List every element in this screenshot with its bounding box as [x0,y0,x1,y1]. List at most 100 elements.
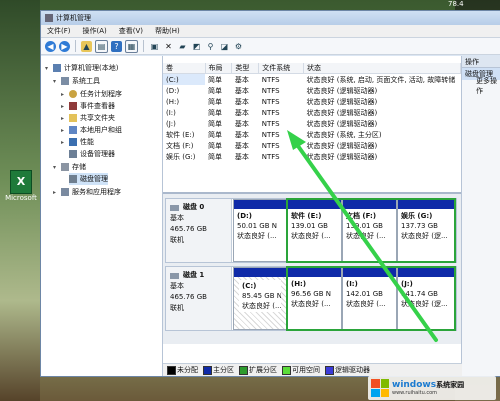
volume-type: 基本 [234,97,249,106]
tree-item-disk-management[interactable]: 磁盘管理 [69,173,108,185]
forward-icon[interactable]: ▶ [59,40,70,52]
tree-item-system-tools[interactable]: ▾ 系统工具 [53,75,100,87]
properties-icon[interactable]: ▦ [125,39,138,53]
tree-item-performance[interactable]: ▸ 性能 [61,136,94,148]
column-type[interactable]: 类型 [231,63,260,74]
folder-icon[interactable]: ▰ [177,41,188,52]
table-row[interactable]: 软件 (E:) 简单 基本 NTFS 状态良好 (系统, 主分区) [163,129,461,140]
collapse-icon[interactable]: ▾ [53,164,60,171]
menu-action[interactable]: 操作(A) [77,26,113,36]
storage-icon [61,163,69,171]
settings-icon[interactable]: ⚙ [233,41,244,52]
column-filesystem[interactable]: 文件系统 [258,63,304,74]
volume-layout: 简单 [208,97,222,106]
column-layout[interactable]: 布局 [205,63,233,74]
volume-layout: 简单 [208,152,222,161]
tree-item-services-apps[interactable]: ▸ 服务和应用程序 [53,186,121,198]
table-row[interactable]: (H:) 简单 基本 NTFS 状态良好 (逻辑驱动器) [163,96,461,107]
expand-icon[interactable]: ▸ [53,189,60,196]
volume-layout: 简单 [208,141,222,150]
disk-0-row: 磁盘 0 基本 465.76 GB 联机 (D:) 50.01 GB N 状态良好 … [165,198,457,263]
disk-1-row: 磁盘 1 基本 465.76 GB 联机 (C:) 85.45 GB N 状态良好 … [165,266,457,331]
menu-help[interactable]: 帮助(H) [149,26,186,36]
volume-status: 状态良好 (逻辑驱动器) [306,141,378,150]
tree-item-label: 系统工具 [72,77,100,85]
disk-name: 磁盘 0 [183,203,205,211]
table-row[interactable]: (J:) 简单 基本 NTFS 状态良好 (逻辑驱动器) [163,118,461,129]
volume-list-header: 卷 布局 类型 文件系统 状态 [163,63,461,74]
partition-bar [234,200,286,209]
desktop-excel-shortcut[interactable]: X Microsoft [3,170,39,202]
table-row[interactable]: (I:) 简单 基本 NTFS 状态良好 (逻辑驱动器) [163,107,461,118]
tree-item-event-viewer[interactable]: ▸ 事件查看器 [61,100,115,112]
volume-status: 状态良好 (逻辑驱动器) [306,119,378,128]
table-row[interactable]: 文档 (F:) 简单 基本 NTFS 状态良好 (逻辑驱动器) [163,140,461,151]
open-folder-icon[interactable]: ◩ [191,41,202,52]
collapse-icon[interactable]: ▾ [53,78,60,85]
actions-header: 操作 [462,56,500,68]
volume-filesystem: NTFS [261,86,280,95]
legend-label: 可用空间 [292,366,320,374]
expand-icon[interactable]: ▸ [61,103,68,110]
partition-d[interactable]: (D:) 50.01 GB N 状态良好 (... [233,199,287,262]
table-row[interactable]: 娱乐 (G:) 简单 基本 NTFS 状态良好 (逻辑驱动器) [163,151,461,162]
console-tree-icon[interactable]: ▤ [95,39,108,53]
expand-icon[interactable]: ▸ [61,91,68,98]
extended-partition-outline [286,198,456,263]
tree-item-shared-folders[interactable]: ▸ 共享文件夹 [61,112,115,124]
delete-icon[interactable]: ✕ [163,41,174,52]
export-icon[interactable]: ▣ [149,41,160,52]
legend-label: 主分区 [213,366,234,374]
disk-1-info[interactable]: 磁盘 1 基本 465.76 GB 联机 [166,267,232,330]
partition-c[interactable]: (C:) 85.45 GB N 状态良好 (... [233,267,287,330]
volume-name: (I:) [166,108,176,117]
menu-file[interactable]: 文件(F) [41,26,77,36]
volume-status: 状态良好 (逻辑驱动器) [306,108,378,117]
hard-disk-icon [170,204,179,211]
toolbar-separator [75,40,76,52]
legend-logical-drive: 逻辑驱动器 [325,365,370,375]
menu-view[interactable]: 查看(V) [113,26,149,36]
tree-item-label: 磁盘管理 [80,175,108,183]
disk-size: 465.76 GB [170,225,207,233]
disk-status: 联机 [170,236,184,244]
legend-swatch [239,365,248,375]
legend-free-space: 可用空间 [282,365,320,375]
tree-item-label: 设备管理器 [80,150,115,158]
legend-label: 扩展分区 [249,366,277,374]
disk-0-info[interactable]: 磁盘 0 基本 465.76 GB 联机 [166,199,232,262]
volume-status: 状态良好 (逻辑驱动器) [306,97,378,106]
disk-tool-icon[interactable]: ◪ [219,41,230,52]
collapse-icon[interactable]: ▾ [45,65,52,72]
tree-item-storage[interactable]: ▾ 存储 [53,161,86,173]
table-row[interactable]: (C:) 简单 基本 NTFS 状态良好 (系统, 启动, 页面文件, 活动, 故障转储 [163,73,461,85]
disk-management-icon [69,175,77,183]
volume-layout: 简单 [208,108,222,117]
toolbar: ◀ ▶ ▲ ▤ ? ▦ ▣ ✕ ▰ ◩ ⚲ ◪ ⚙ [41,38,500,55]
computer-management-window: 计算机管理 文件(F) 操作(A) 查看(V) 帮助(H) ◀ ▶ ▲ ▤ ? … [40,10,500,377]
legend-swatch [203,365,212,375]
disk-legend: 未分配 主分区 扩展分区 可用空间 逻辑驱动器 [163,363,465,376]
tree-root[interactable]: ▾ 计算机管理(本地) [45,62,118,74]
tree-item-label: 事件查看器 [80,102,115,110]
tree-item-local-users[interactable]: ▸ 本地用户和组 [61,124,122,136]
tree-item-device-manager[interactable]: 设备管理器 [69,148,115,160]
tree-item-task-scheduler[interactable]: ▸ 任务计划程序 [61,88,122,100]
column-status[interactable]: 状态 [303,63,461,74]
title-bar[interactable]: 计算机管理 [41,11,500,25]
up-folder-icon[interactable]: ▲ [81,40,92,52]
volume-name: (C:) [163,73,205,85]
more-actions-link[interactable]: 更多操作 [462,77,500,95]
column-volume[interactable]: 卷 [163,63,206,74]
table-row[interactable]: (D:) 简单 基本 NTFS 状态良好 (逻辑驱动器) [163,85,461,96]
back-icon[interactable]: ◀ [45,40,56,52]
search-icon[interactable]: ⚲ [205,41,216,52]
expand-icon[interactable]: ▸ [61,115,68,122]
expand-icon[interactable]: ▸ [61,127,68,134]
expand-icon[interactable]: ▸ [61,139,68,146]
legend-label: 未分配 [177,366,198,374]
shared-folder-icon [69,114,77,122]
volume-layout: 简单 [208,130,222,139]
help-icon[interactable]: ? [111,40,122,52]
volume-list: 卷 布局 类型 文件系统 状态 (C:) 简单 基本 NTFS 状态良好 (系统, 启动… [163,63,461,162]
